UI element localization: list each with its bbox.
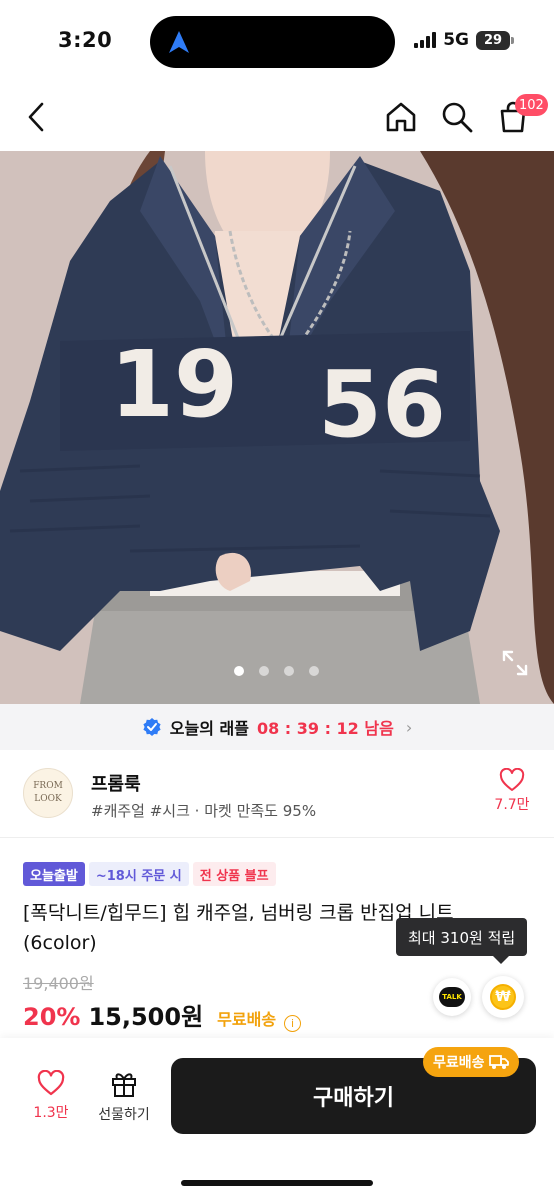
free-shipping-badge-label: 무료배송 (433, 1055, 485, 1071)
brand-like-count: 7.7만 (494, 797, 530, 813)
carousel-dot[interactable] (259, 666, 269, 676)
status-time: 3:20 (58, 28, 113, 52)
brand-logo[interactable]: FROM LOOK (23, 768, 73, 818)
svg-text:56: 56 (318, 351, 446, 458)
brand-like-button[interactable]: 7.7만 (490, 768, 534, 814)
cart-button[interactable]: 102 (493, 94, 548, 138)
free-shipping-label: 무료배송 (217, 1010, 277, 1029)
brand-row[interactable]: FROM LOOK 프롬룩 #캐주얼 #시크 · 마켓 만족도 95% 7.7만 (0, 752, 554, 838)
battery-level: 29 (483, 32, 503, 48)
talk-icon: TALK (439, 987, 465, 1007)
like-button[interactable]: 1.3만 (19, 1070, 83, 1122)
gift-button[interactable]: 선물하기 (92, 1070, 156, 1124)
heart-icon (37, 1070, 65, 1096)
order-cutoff-chip: ~18시 주문 시 (88, 862, 189, 886)
expand-button[interactable] (502, 650, 528, 676)
price-row: 20% 15,500원 무료배송 i (23, 997, 302, 1032)
chevron-left-icon (28, 102, 44, 132)
home-button[interactable] (381, 96, 421, 138)
search-icon (442, 102, 473, 133)
cart-count-badge: 102 (515, 94, 548, 116)
battery-icon: 29 (476, 30, 514, 50)
carousel-dot[interactable] (309, 666, 319, 676)
status-bar: 3:20 5G 29 (0, 0, 554, 84)
product-image[interactable]: 19 56 (0, 151, 554, 704)
sale-price: 15,500원 (88, 1003, 204, 1031)
status-indicators: 5G 29 (414, 30, 514, 50)
verified-badge-icon (143, 718, 161, 736)
app-header: 102 (0, 84, 554, 150)
product-chips: 오늘출발 ~18시 주문 시 전 상품 블프 (23, 862, 276, 886)
search-button[interactable] (437, 96, 477, 138)
back-button[interactable] (18, 96, 54, 138)
raffle-timer: 08 : 39 : 12 남음 (256, 719, 394, 738)
home-icon (386, 102, 416, 132)
truck-icon (488, 1055, 509, 1069)
info-icon[interactable]: i (284, 1015, 302, 1032)
gift-label: 선물하기 (98, 1107, 150, 1123)
heart-icon (499, 768, 525, 791)
sale-chip: 전 상품 블프 (192, 862, 276, 886)
home-indicator (181, 1180, 373, 1186)
gift-icon (112, 1073, 136, 1097)
carousel-dots[interactable] (234, 666, 319, 676)
svg-text:19: 19 (110, 331, 238, 438)
product-photo-illustration: 19 56 (0, 151, 554, 704)
brand-tags: #캐주얼 #시크 · 마켓 만족도 95% (91, 802, 317, 820)
like-count: 1.3만 (33, 1105, 69, 1121)
points-button[interactable]: ₩ (482, 976, 524, 1018)
dynamic-island (150, 16, 395, 68)
carousel-dot[interactable] (284, 666, 294, 676)
brand-name[interactable]: 프롬룩 (91, 770, 141, 796)
raffle-banner[interactable]: 오늘의 래플 08 : 39 : 12 남음 › (0, 704, 554, 750)
points-tooltip: 최대 310원 적립 (396, 918, 528, 964)
original-price: 19,400원 (23, 974, 94, 993)
signal-icon (414, 32, 437, 48)
brand-logo-line1: FROM (33, 781, 63, 791)
coin-icon: ₩ (490, 984, 516, 1010)
raffle-title: 오늘의 래플 (169, 719, 249, 738)
network-label: 5G (443, 30, 469, 50)
expand-icon (502, 650, 528, 676)
navigation-arrow-icon (169, 31, 189, 53)
kakao-talk-button[interactable]: TALK (433, 978, 471, 1016)
today-shipping-chip: 오늘출발 (23, 862, 85, 886)
chevron-right-icon: › (405, 717, 413, 737)
brand-logo-line2: LOOK (34, 794, 62, 804)
discount-rate: 20% (23, 1003, 81, 1031)
carousel-dot[interactable] (234, 666, 244, 676)
free-shipping-badge: 무료배송 (423, 1047, 519, 1077)
